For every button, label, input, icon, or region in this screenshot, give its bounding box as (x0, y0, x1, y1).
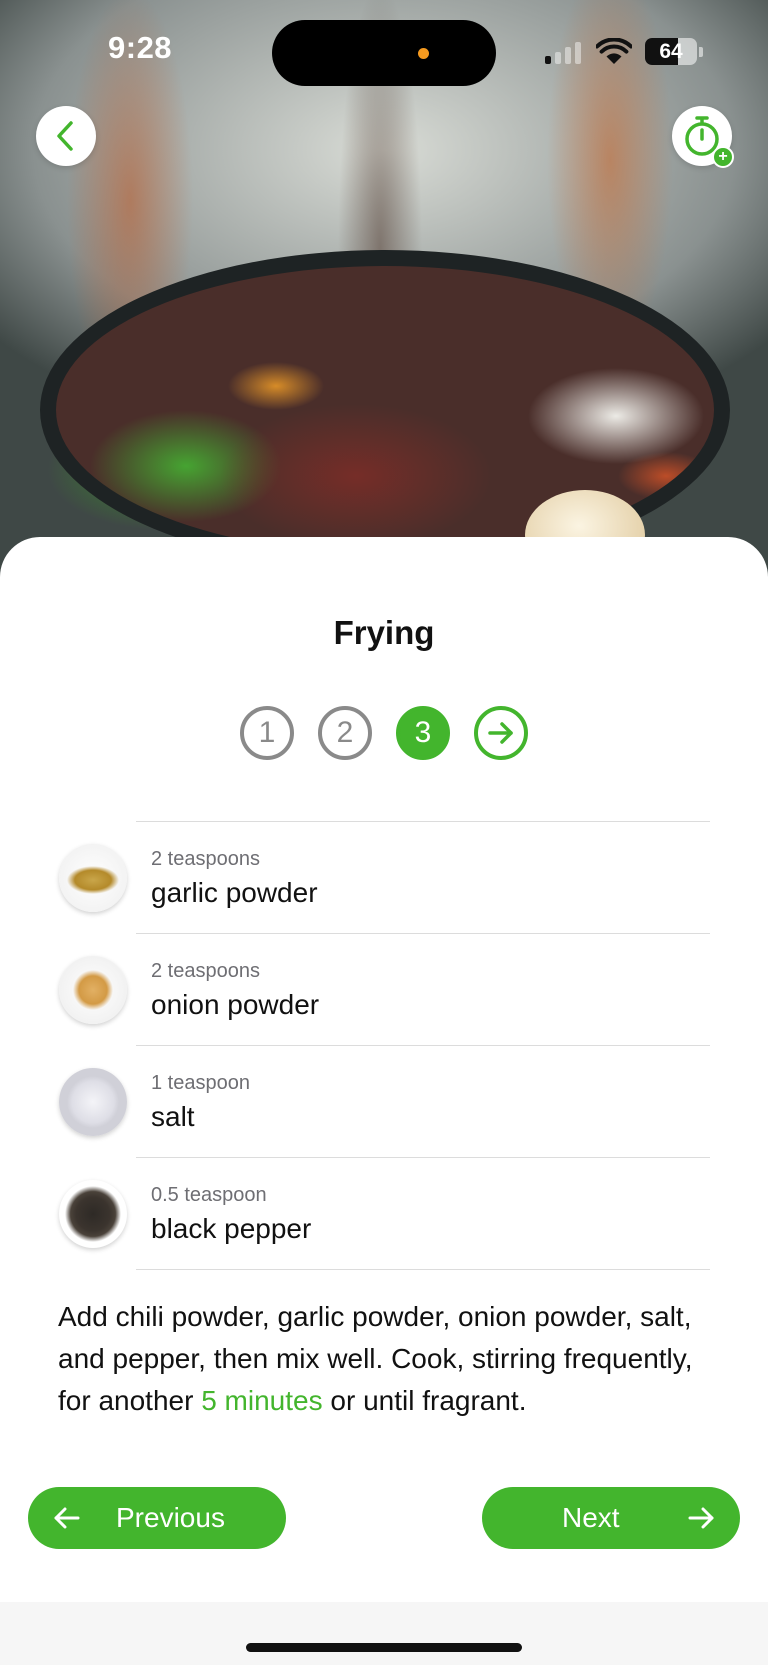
ingredient-name: salt (151, 1101, 195, 1132)
battery-indicator: 64 (645, 38, 697, 65)
ingredient-row: 2 teaspoons onion powder (0, 934, 768, 1045)
battery-cap (699, 47, 703, 57)
arrow-left-icon (54, 1507, 80, 1529)
battery-level: 64 (659, 40, 683, 63)
step-1-indicator[interactable]: 1 (240, 706, 294, 760)
home-indicator[interactable] (246, 1643, 522, 1652)
previous-button[interactable]: Previous (28, 1487, 286, 1549)
bottom-bar (0, 1602, 768, 1665)
instructions-text-end: or until fragrant. (322, 1385, 527, 1416)
ingredient-quantity: 0.5 teaspoon (151, 1184, 267, 1206)
timer-add-badge: + (712, 146, 734, 168)
ingredient-quantity: 2 teaspoons (151, 848, 260, 870)
divider (136, 1269, 710, 1270)
wifi-icon (596, 38, 632, 64)
step-instructions: Add chili powder, garlic powder, onion p… (58, 1296, 718, 1422)
ingredient-name: garlic powder (151, 877, 318, 908)
ingredient-row: 0.5 teaspoon black pepper (0, 1158, 768, 1269)
step-3-indicator[interactable]: 3 (396, 706, 450, 760)
privacy-indicator (418, 48, 429, 59)
hero-image (0, 0, 768, 580)
garlic-powder-thumbnail (59, 844, 127, 912)
ingredient-quantity: 1 teaspoon (151, 1072, 250, 1094)
step-2-indicator[interactable]: 2 (318, 706, 372, 760)
ingredient-quantity: 2 teaspoons (151, 960, 260, 982)
status-time: 9:28 (108, 30, 173, 65)
next-label: Next (562, 1502, 620, 1533)
onion-powder-thumbnail (59, 956, 127, 1024)
back-button[interactable] (36, 106, 96, 166)
next-step-button[interactable] (474, 706, 528, 760)
ingredient-row: 2 teaspoons garlic powder (0, 822, 768, 933)
chevron-left-icon (57, 121, 73, 151)
salt-thumbnail (59, 1068, 127, 1136)
black-pepper-thumbnail (59, 1180, 127, 1248)
next-button[interactable]: Next (482, 1487, 740, 1549)
ingredient-name: onion powder (151, 989, 320, 1020)
ingredient-name: black pepper (151, 1213, 312, 1244)
arrow-right-icon (688, 1507, 714, 1529)
arrow-right-icon (488, 722, 513, 744)
ingredient-row: 1 teaspoon salt (0, 1046, 768, 1157)
previous-label: Previous (116, 1502, 225, 1533)
dynamic-island (272, 20, 496, 86)
cellular-signal-icon (545, 42, 583, 64)
step-title: Frying (333, 614, 435, 651)
timer-link[interactable]: 5 minutes (201, 1385, 322, 1416)
